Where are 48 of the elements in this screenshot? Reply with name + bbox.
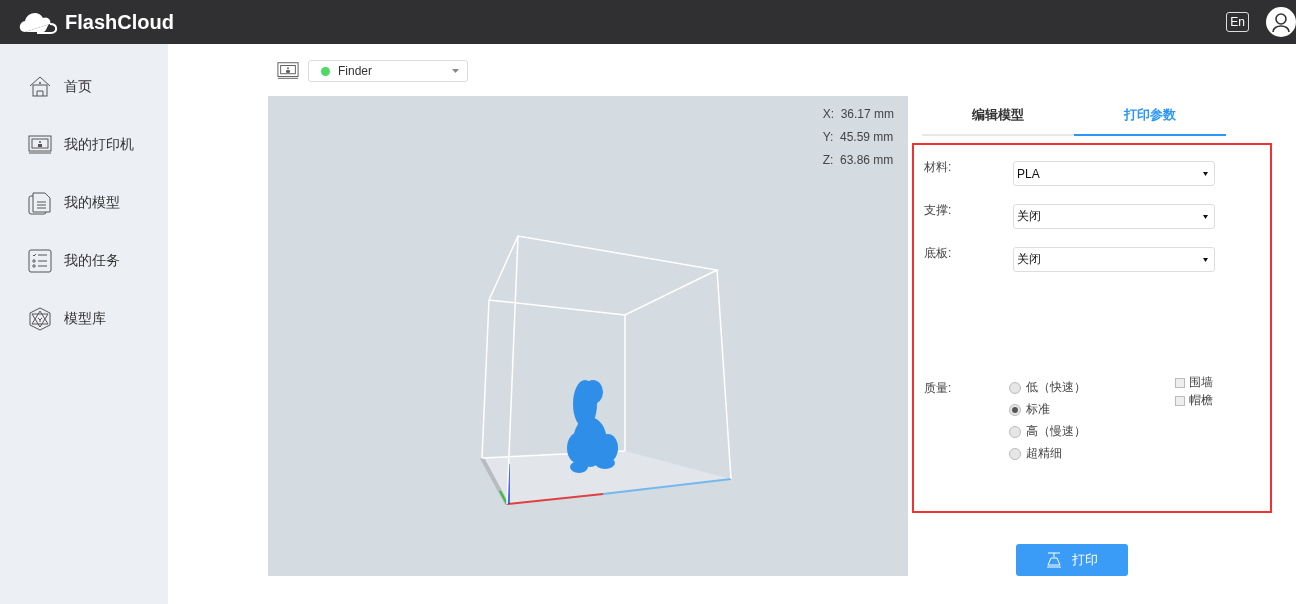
radio-label: 超精细 xyxy=(1026,445,1062,462)
sidebar-item[interactable]: 我的任务 xyxy=(0,232,168,290)
sidebar-item[interactable]: 首页 xyxy=(0,58,168,116)
radio-label: 高（慢速） xyxy=(1026,423,1086,440)
radio-label: 标准 xyxy=(1026,401,1050,418)
3d-viewport[interactable]: X: 36.17 mm Y: 45.59 mm Z: 63.86 mm xyxy=(268,96,908,576)
app-logo-text: FlashCloud xyxy=(65,10,174,34)
radio-button[interactable] xyxy=(1009,403,1021,416)
settings-dropdown[interactable]: 关闭 xyxy=(1013,204,1215,229)
caret-icon xyxy=(1203,257,1208,262)
dropdown-value: 关闭 xyxy=(1017,208,1042,225)
tab[interactable]: 编辑模型 xyxy=(922,96,1074,136)
user-avatar-icon[interactable] xyxy=(1266,7,1296,37)
polyhedron-icon xyxy=(28,307,52,331)
document-icon xyxy=(28,191,52,215)
checkbox[interactable] xyxy=(1175,377,1185,388)
radio-button[interactable] xyxy=(1009,381,1021,394)
dropdown-value: 关闭 xyxy=(1017,251,1042,268)
radio-button[interactable] xyxy=(1009,425,1021,438)
checkbox[interactable] xyxy=(1175,395,1185,406)
printer-name: Finder xyxy=(338,64,373,78)
printer-icon xyxy=(276,60,300,82)
printer-dropdown[interactable]: Finder xyxy=(308,60,468,82)
dropdown-value: PLA xyxy=(1017,166,1041,181)
dimension-readout: X: 36.17 mm xyxy=(822,106,894,122)
checkbox-label: 围墙 xyxy=(1189,374,1213,391)
caret-icon xyxy=(452,69,459,73)
nozzle-icon xyxy=(1046,552,1062,568)
radio-label: 低（快速） xyxy=(1026,379,1086,396)
sidebar-item[interactable]: 我的模型 xyxy=(0,174,168,232)
sidebar-item[interactable]: 模型库 xyxy=(0,290,168,348)
field-label: 支撑: xyxy=(924,202,953,219)
language-button[interactable]: En xyxy=(1226,12,1249,32)
radio-button[interactable] xyxy=(1009,447,1021,460)
dimension-readout: Z: 63.86 mm xyxy=(822,152,894,168)
printer-icon xyxy=(28,133,52,157)
caret-icon xyxy=(1203,171,1208,176)
house-icon xyxy=(28,75,52,99)
settings-dropdown[interactable]: PLA xyxy=(1013,161,1215,186)
checkbox-label: 帽檐 xyxy=(1189,392,1213,409)
settings-dropdown[interactable]: 关闭 xyxy=(1013,247,1215,272)
caret-icon xyxy=(1203,214,1208,219)
sidebar-item[interactable]: 我的打印机 xyxy=(0,116,168,174)
field-label: 材料: xyxy=(924,159,953,176)
field-label: 底板: xyxy=(924,245,953,262)
dimension-readout: Y: 45.59 mm xyxy=(822,129,894,145)
checklist-icon xyxy=(28,249,52,273)
field-label: 质量: xyxy=(924,380,953,397)
